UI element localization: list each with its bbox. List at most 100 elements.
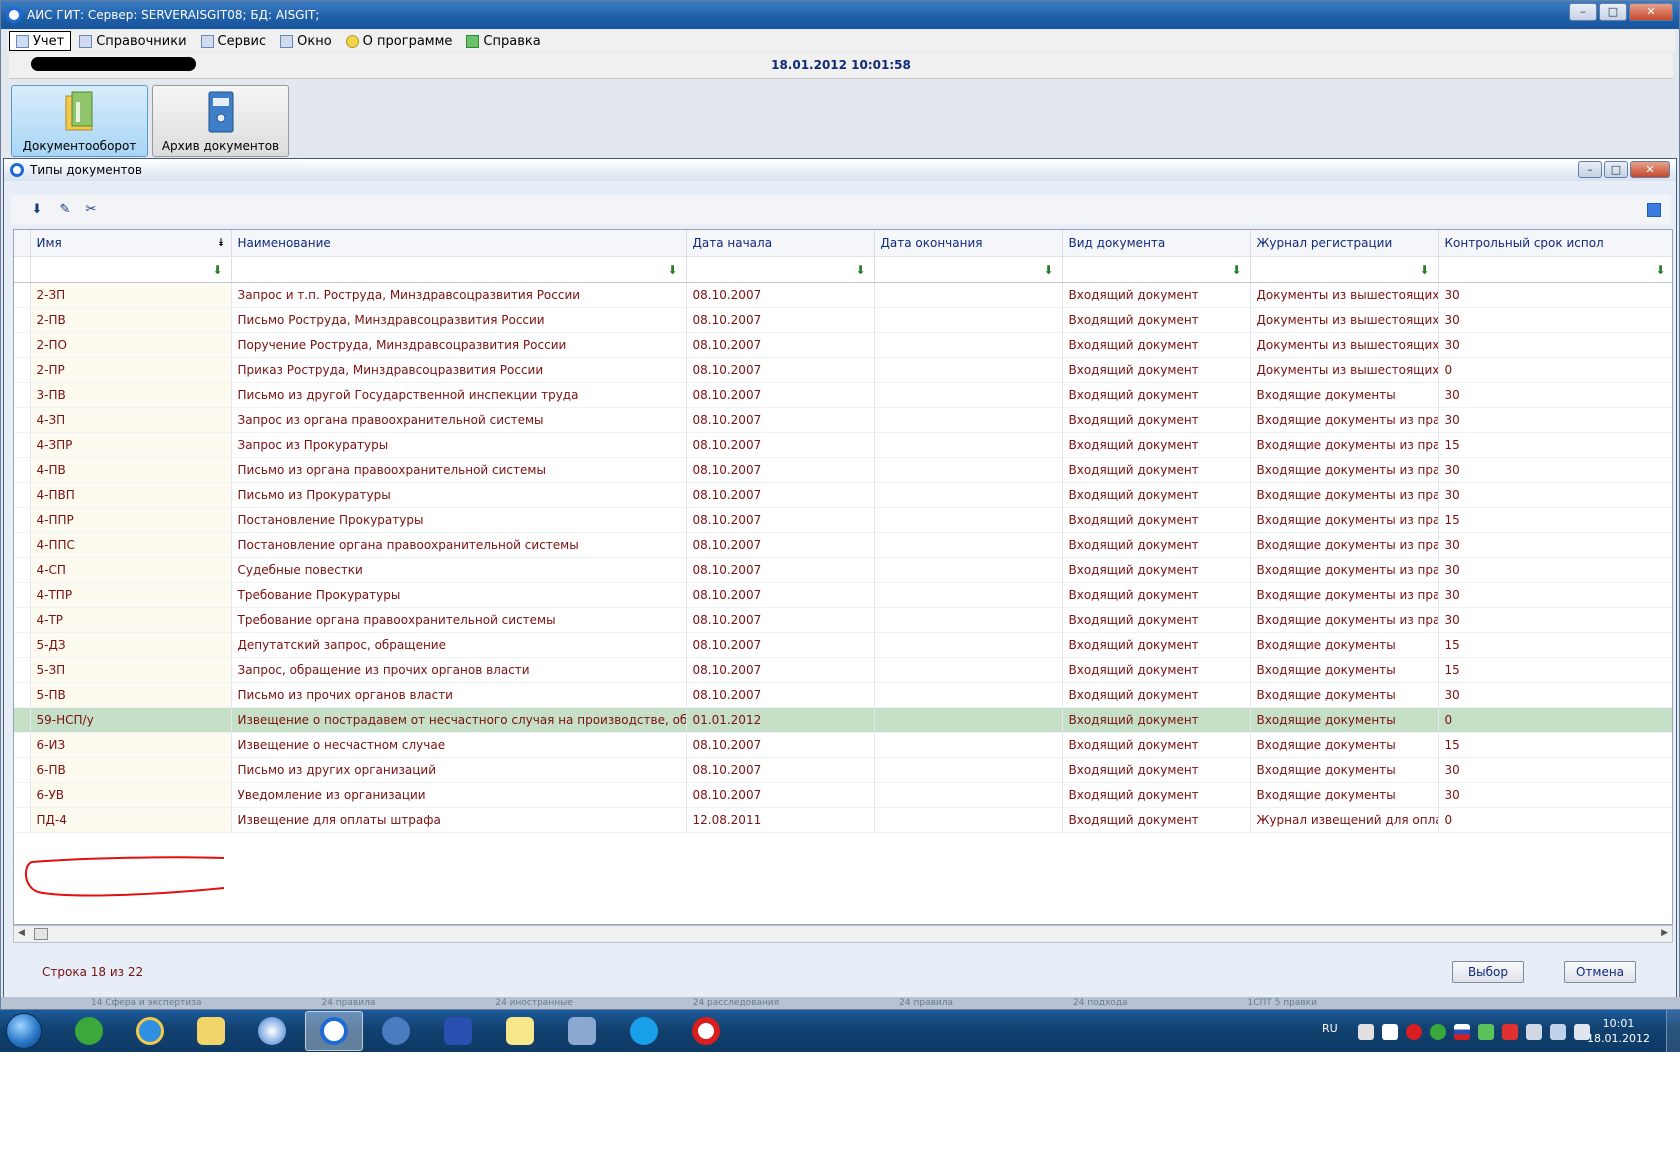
cell-deadline[interactable]: 30 xyxy=(1438,557,1672,583)
cell-journal[interactable]: Входящие документы xyxy=(1250,682,1439,708)
filter-end-date[interactable]: ⬇ xyxy=(874,256,1063,283)
cell-start-date[interactable]: 08.10.2007 xyxy=(686,532,875,558)
cell-start-date[interactable]: 01.01.2012 xyxy=(686,707,875,733)
cell-journal[interactable]: Документы из вышестоящих ор xyxy=(1250,332,1439,358)
cell-name[interactable]: 3-ПВ xyxy=(30,382,232,408)
cell-start-date[interactable]: 08.10.2007 xyxy=(686,307,875,333)
start-button[interactable] xyxy=(6,1013,42,1049)
minimize-button[interactable]: – xyxy=(1569,3,1597,21)
cell-name[interactable]: 5-ПВ xyxy=(30,682,232,708)
cell-title[interactable]: Требование Прокуратуры xyxy=(231,582,687,608)
cell-name[interactable]: 4-ЗП xyxy=(30,407,232,433)
cell-deadline[interactable]: 30 xyxy=(1438,582,1672,608)
close-button[interactable]: ✕ xyxy=(1629,3,1673,21)
table-row[interactable]: 2-ПВ Письмо Роструда, Минздравсоцразвития… xyxy=(14,307,1672,333)
cell-deadline[interactable]: 15 xyxy=(1438,732,1672,758)
table-row[interactable]: 4-СП Судебные повестки 08.10.2007 Входящий … xyxy=(14,557,1672,583)
cell-start-date[interactable]: 08.10.2007 xyxy=(686,632,875,658)
cell-end-date[interactable] xyxy=(874,732,1063,758)
cell-end-date[interactable] xyxy=(874,282,1063,308)
cell-name[interactable]: 6-ИЗ xyxy=(30,732,232,758)
col-header-name[interactable]: Имя ⯯ xyxy=(30,230,232,257)
cell-start-date[interactable]: 08.10.2007 xyxy=(686,357,875,383)
cell-title[interactable]: Извещение для оплаты штрафа xyxy=(231,807,687,833)
network-icon[interactable] xyxy=(553,1011,611,1051)
cell-title[interactable]: Постановление органа правоохранительной … xyxy=(231,532,687,558)
cell-name[interactable]: 2-ПР xyxy=(30,357,232,383)
row-indicator[interactable] xyxy=(14,732,31,758)
cell-end-date[interactable] xyxy=(874,357,1063,383)
table-row[interactable]: 4-ТПР Требование Прокуратуры 08.10.2007 Вхо… xyxy=(14,582,1672,608)
table-row[interactable]: 4-ТР Требование органа правоохранительной… xyxy=(14,607,1672,633)
tray-opera-icon[interactable] xyxy=(1406,1024,1422,1040)
cell-name[interactable]: 4-ППР xyxy=(30,507,232,533)
cell-doc-kind[interactable]: Входящий документ xyxy=(1062,682,1251,708)
cell-title[interactable]: Депутатский запрос, обращение xyxy=(231,632,687,658)
row-indicator[interactable] xyxy=(14,307,31,333)
cell-end-date[interactable] xyxy=(874,457,1063,483)
col-header-title[interactable]: Наименование xyxy=(231,230,687,257)
cell-journal[interactable]: Входящие документы из правоо xyxy=(1250,407,1439,433)
cell-deadline[interactable]: 30 xyxy=(1438,682,1672,708)
cell-start-date[interactable]: 08.10.2007 xyxy=(686,507,875,533)
table-row[interactable]: 4-ЗПР Запрос из Прокуратуры 08.10.2007 Вход… xyxy=(14,432,1672,458)
select-button[interactable]: Выбор xyxy=(1452,961,1524,983)
cell-end-date[interactable] xyxy=(874,807,1063,833)
tray-b-icon[interactable] xyxy=(1382,1024,1398,1040)
cell-start-date[interactable]: 12.08.2011 xyxy=(686,807,875,833)
row-indicator[interactable] xyxy=(14,632,31,658)
cell-name[interactable]: 4-ППС xyxy=(30,532,232,558)
cell-title[interactable]: Запрос из Прокуратуры xyxy=(231,432,687,458)
row-indicator[interactable] xyxy=(14,582,31,608)
menu-uchet[interactable]: Учет xyxy=(9,31,72,51)
menu-servis[interactable]: Сервис xyxy=(195,31,273,51)
row-indicator[interactable] xyxy=(14,532,31,558)
row-indicator[interactable] xyxy=(14,557,31,583)
table-row[interactable]: 3-ПВ Письмо из другой Государственной инс… xyxy=(14,382,1672,408)
aisgit-icon[interactable] xyxy=(305,1011,363,1051)
filter-doc-kind[interactable]: ⬇ xyxy=(1062,256,1251,283)
cell-journal[interactable]: Входящие документы xyxy=(1250,657,1439,683)
cell-doc-kind[interactable]: Входящий документ xyxy=(1062,632,1251,658)
thunderbird-icon[interactable] xyxy=(367,1011,425,1051)
tray-flag-icon[interactable] xyxy=(1454,1024,1470,1040)
row-indicator[interactable] xyxy=(14,457,31,483)
row-indicator[interactable] xyxy=(14,332,31,358)
layout-toggle-icon[interactable] xyxy=(1647,203,1661,217)
language-indicator[interactable]: RU xyxy=(1322,1022,1338,1035)
cell-title[interactable]: Запрос из органа правоохранительной сист… xyxy=(231,407,687,433)
row-indicator[interactable] xyxy=(14,682,31,708)
module-archive-button[interactable]: Архив документов xyxy=(152,85,289,157)
tray-a-icon[interactable] xyxy=(1358,1024,1374,1040)
cell-doc-kind[interactable]: Входящий документ xyxy=(1062,482,1251,508)
maximize-button[interactable]: □ xyxy=(1599,3,1627,21)
row-indicator[interactable] xyxy=(14,707,31,733)
table-row[interactable]: 5-ЗП Запрос, обращение из прочих органов … xyxy=(14,657,1672,683)
cell-deadline[interactable]: 15 xyxy=(1438,657,1672,683)
cell-name[interactable]: 4-ТПР xyxy=(30,582,232,608)
cell-end-date[interactable] xyxy=(874,432,1063,458)
cell-start-date[interactable]: 08.10.2007 xyxy=(686,757,875,783)
col-header-doc-kind[interactable]: Вид документа xyxy=(1062,230,1251,257)
filter-arrow-icon[interactable]: ⬇ xyxy=(1043,263,1053,277)
cell-doc-kind[interactable]: Входящий документ xyxy=(1062,507,1251,533)
scroll-thumb[interactable] xyxy=(34,928,48,940)
row-indicator[interactable] xyxy=(14,357,31,383)
cell-deadline[interactable]: 30 xyxy=(1438,407,1672,433)
cell-title[interactable]: Письмо из прочих органов власти xyxy=(231,682,687,708)
col-header-deadline[interactable]: Контрольный срок испол xyxy=(1438,230,1672,257)
cell-name[interactable]: 4-СП xyxy=(30,557,232,583)
cell-title[interactable]: Письмо из другой Государственной инспекц… xyxy=(231,382,687,408)
cell-journal[interactable]: Входящие документы из правоо xyxy=(1250,582,1439,608)
row-indicator[interactable] xyxy=(14,282,31,308)
filter-name[interactable]: ⬇ xyxy=(30,256,232,283)
cell-start-date[interactable]: 08.10.2007 xyxy=(686,457,875,483)
cell-deadline[interactable]: 30 xyxy=(1438,482,1672,508)
cell-deadline[interactable]: 30 xyxy=(1438,307,1672,333)
menu-spravochniki[interactable]: Справочники xyxy=(73,31,192,51)
cell-title[interactable]: Постановление Прокуратуры xyxy=(231,507,687,533)
cell-end-date[interactable] xyxy=(874,682,1063,708)
cell-title[interactable]: Письмо из органа правоохранительной сист… xyxy=(231,457,687,483)
cell-title[interactable]: Письмо из других организаций xyxy=(231,757,687,783)
cell-doc-kind[interactable]: Входящий документ xyxy=(1062,557,1251,583)
